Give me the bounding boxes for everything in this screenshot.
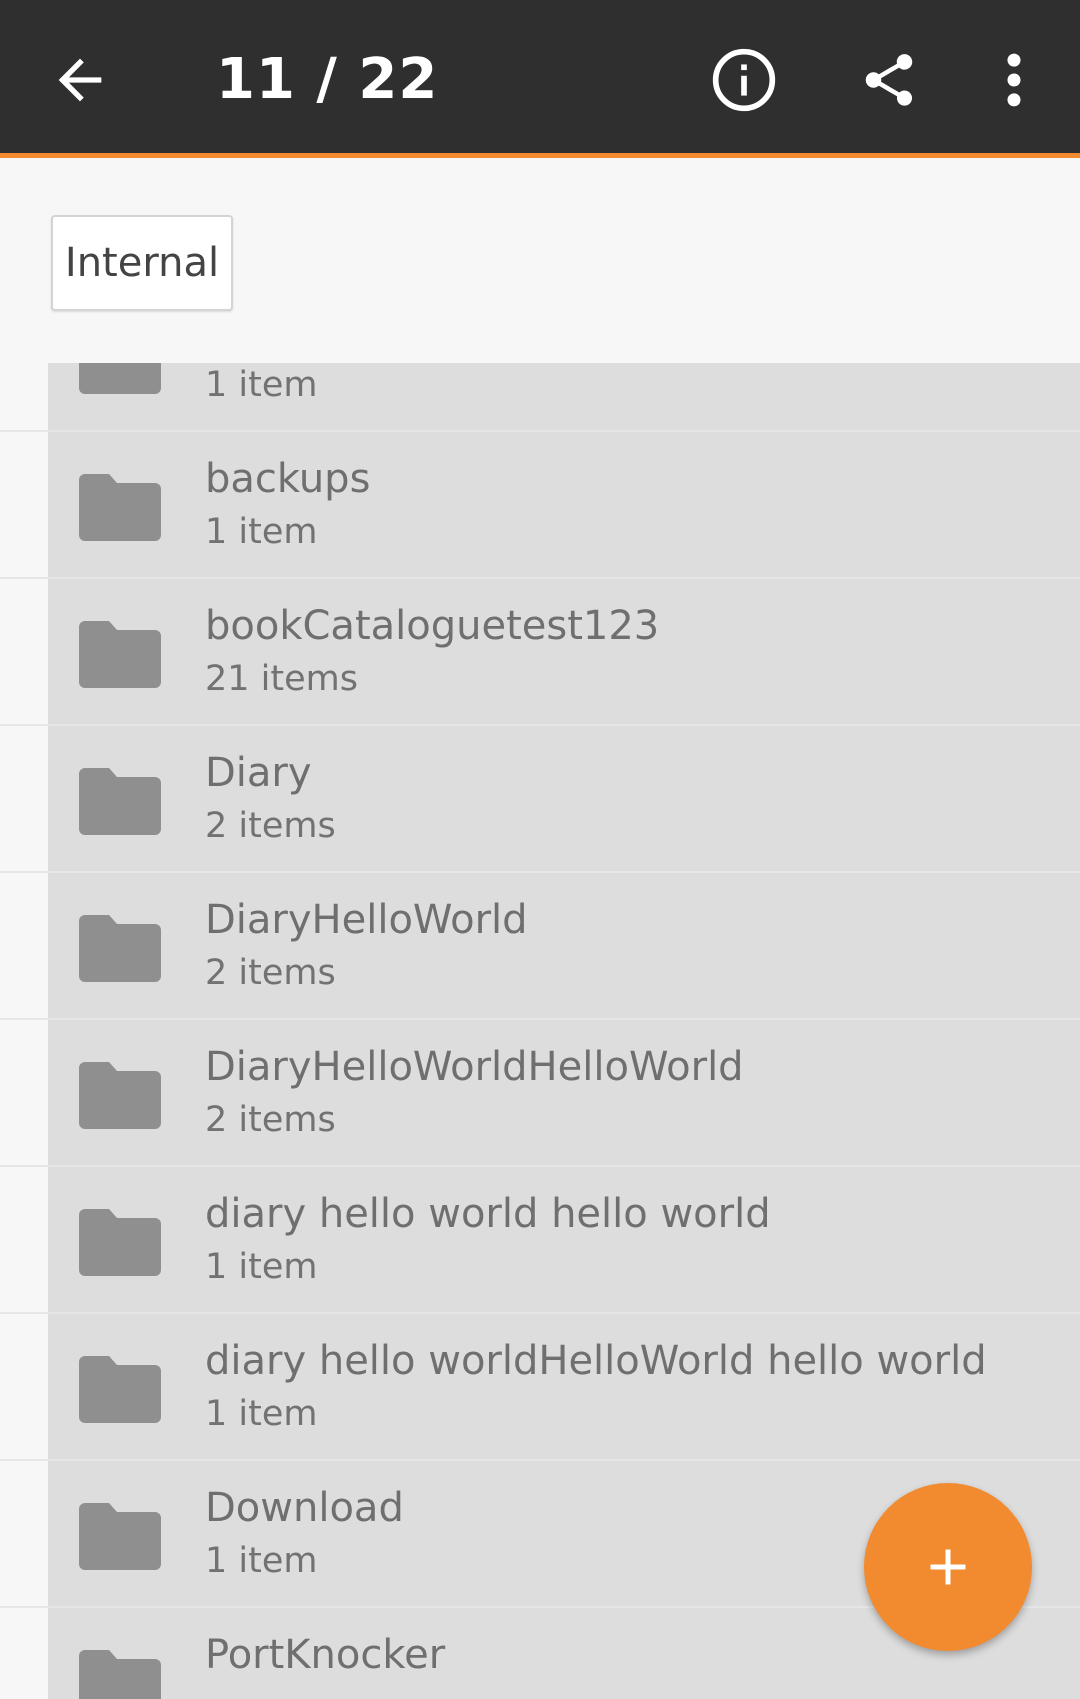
list-item[interactable]: Diary 2 items [0,726,1080,873]
list-item[interactable]: 1 item [0,363,1080,432]
folder-icon [79,768,161,835]
breadcrumb: Internal [0,158,1080,363]
folder-icon [79,1209,161,1276]
folder-icon [79,1650,161,1699]
more-vert-icon[interactable] [996,46,1032,114]
folder-name: backups [205,456,371,502]
folder-item-count: 1 item [205,1247,318,1287]
add-fab-button[interactable] [864,1483,1032,1651]
page-counter-title: 11 / 22 [216,47,439,112]
plus-icon [930,1549,966,1585]
share-icon[interactable] [858,46,920,114]
folder-icon [79,1062,161,1129]
list-item[interactable]: bookCataloguetest123 21 items [0,579,1080,726]
folder-icon [79,474,161,541]
storage-chip-internal[interactable]: Internal [51,215,233,311]
folder-icon [79,1503,161,1570]
folder-item-count: 1 item [205,512,318,552]
folder-item-count: 1 item [205,1541,318,1581]
folder-item-count: 2 items [205,1100,336,1140]
folder-name: DiaryHelloWorldHelloWorld [205,1044,744,1090]
folder-item-count: 1 item [205,1394,318,1434]
folder-name: Diary [205,750,312,796]
list-item[interactable]: diary hello world hello world 1 item [0,1167,1080,1314]
folder-item-count: 2 items [205,953,336,993]
back-arrow-icon[interactable] [48,48,112,112]
list-item[interactable]: backups 1 item [0,432,1080,579]
folder-icon [79,621,161,688]
folder-item-count: 21 items [205,659,358,699]
folder-icon [79,915,161,982]
list-item[interactable]: DiaryHelloWorldHelloWorld 2 items [0,1020,1080,1167]
folder-name: bookCataloguetest123 [205,603,660,649]
folder-item-count: 2 items [205,806,336,846]
folder-icon [79,1356,161,1423]
info-icon[interactable] [710,46,778,114]
list-item[interactable]: DiaryHelloWorld 2 items [0,873,1080,1020]
folder-name: PortKnocker [205,1632,446,1678]
app-toolbar: 11 / 22 [0,0,1080,158]
folder-icon [79,363,161,394]
folder-name: diary hello worldHelloWorld hello world [205,1338,987,1384]
folder-item-count: 1 item [205,365,318,405]
folder-name: diary hello world hello world [205,1191,771,1237]
list-item[interactable]: diary hello worldHelloWorld hello world … [0,1314,1080,1461]
folder-name: DiaryHelloWorld [205,897,528,943]
folder-name: Download [205,1485,404,1531]
